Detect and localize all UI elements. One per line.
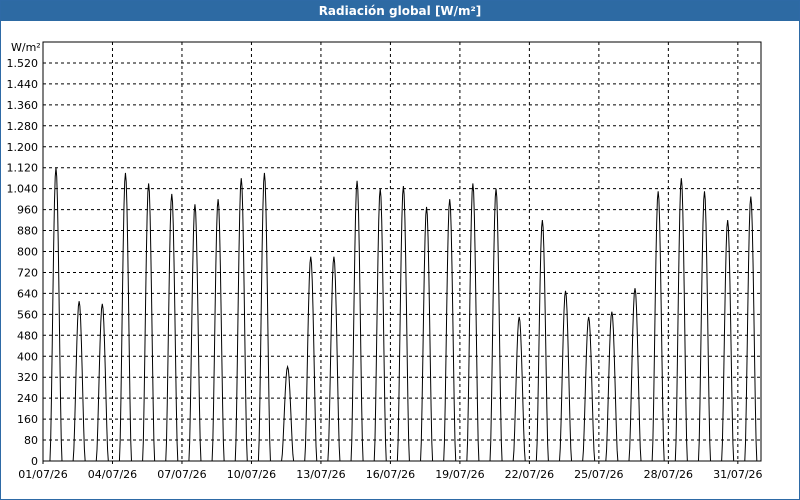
y-tick-label: 1.360 bbox=[7, 99, 39, 112]
y-tick-label: 880 bbox=[17, 225, 38, 238]
x-tick-label: 13/07/26 bbox=[296, 468, 345, 481]
y-tick-label: 320 bbox=[17, 371, 38, 384]
y-tick-label: 560 bbox=[17, 308, 38, 321]
y-tick-label: 400 bbox=[17, 350, 38, 363]
x-tick-label: 28/07/26 bbox=[644, 468, 693, 481]
x-tick-label: 19/07/26 bbox=[435, 468, 484, 481]
y-tick-label: 800 bbox=[17, 246, 38, 259]
x-tick-label: 25/07/26 bbox=[574, 468, 623, 481]
y-tick-label: 240 bbox=[17, 392, 38, 405]
x-tick-label: 07/07/26 bbox=[157, 468, 206, 481]
y-tick-label: 0 bbox=[31, 455, 38, 468]
y-tick-label: 480 bbox=[17, 329, 38, 342]
y-tick-label: 640 bbox=[17, 287, 38, 300]
y-tick-label: 1.280 bbox=[7, 120, 39, 133]
x-tick-label: 31/07/26 bbox=[713, 468, 762, 481]
y-tick-label: 160 bbox=[17, 413, 38, 426]
x-tick-label: 01/07/26 bbox=[18, 468, 67, 481]
x-tick-label: 22/07/26 bbox=[505, 468, 554, 481]
y-tick-label: 1.440 bbox=[7, 78, 39, 91]
y-tick-label: 1.200 bbox=[7, 141, 39, 154]
chart: W/m² 1.520 1.440 1.360 1.280 1.200 1.120 1.040 9… bbox=[7, 41, 763, 481]
x-tick-label: 04/07/26 bbox=[88, 468, 137, 481]
x-tick-label: 10/07/26 bbox=[227, 468, 276, 481]
y-tick-label: 720 bbox=[17, 266, 38, 279]
y-tick-label: 80 bbox=[24, 434, 38, 447]
chart-window: Radiación global [W/m²] W/m² 1.520 1.440 1.… bbox=[0, 0, 800, 500]
y-tick-label: 960 bbox=[17, 204, 38, 217]
y-tick-label: 1.520 bbox=[7, 57, 39, 70]
y-tick-label: 1.040 bbox=[7, 183, 39, 196]
y-axis-label: W/m² bbox=[11, 41, 41, 54]
y-tick-label: 1.120 bbox=[7, 162, 39, 175]
x-tick-label: 16/07/26 bbox=[366, 468, 415, 481]
